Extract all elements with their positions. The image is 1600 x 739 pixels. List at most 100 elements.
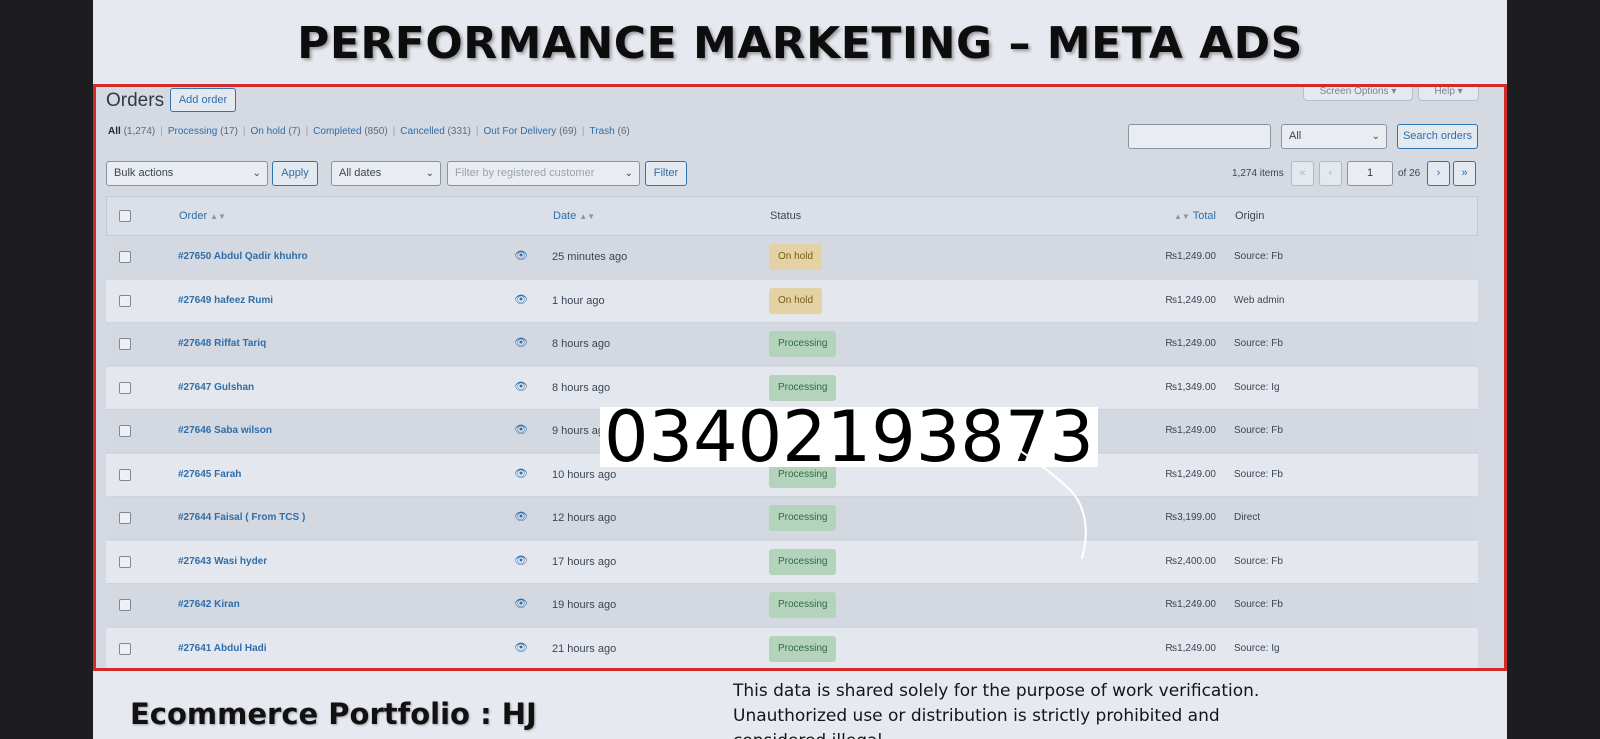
status-link-completed[interactable]: Completed (850)	[313, 126, 388, 137]
status-link-trash[interactable]: Trash (6)	[590, 126, 630, 137]
order-total: ₨1,249.00	[1165, 338, 1216, 349]
order-total: ₨1,249.00	[1165, 425, 1216, 436]
preview-eye-icon[interactable]: 👁	[514, 597, 528, 610]
chevron-down-icon: ⌄	[252, 168, 261, 179]
prev-page-button[interactable]: ‹	[1319, 161, 1342, 186]
column-order[interactable]: Order ▲▼	[179, 210, 226, 222]
order-link[interactable]: #27650 Abdul Qadir khuhro	[178, 251, 308, 262]
order-link[interactable]: #27645 Farah	[178, 469, 241, 480]
order-total: ₨1,249.00	[1165, 642, 1216, 654]
order-date: 8 hours ago	[552, 381, 611, 394]
order-date: 1 hour ago	[552, 294, 605, 307]
table-header: Order ▲▼ Date ▲▼ Status ▲▼ Total Origin	[106, 196, 1478, 236]
order-link[interactable]: #27642 Kiran	[178, 599, 240, 610]
order-origin: Source: Fb	[1234, 599, 1283, 610]
order-origin: Direct	[1234, 512, 1261, 523]
column-total[interactable]: ▲▼ Total	[1171, 210, 1216, 222]
status-link-out-for-delivery[interactable]: Out For Delivery (69)	[484, 126, 577, 137]
status-link-on-hold[interactable]: On hold (7)	[251, 126, 301, 137]
status-badge: On hold	[769, 287, 823, 314]
order-total: ₨1,249.00	[1165, 468, 1216, 480]
dates-filter-select[interactable]: All dates ⌄	[331, 161, 441, 186]
order-origin: Source: Fb	[1234, 251, 1283, 262]
preview-eye-icon[interactable]: 👁	[514, 423, 528, 436]
status-badge: Processing	[769, 635, 837, 662]
preview-eye-icon[interactable]: 👁	[514, 467, 528, 480]
row-checkbox[interactable]	[119, 599, 131, 611]
order-link[interactable]: #27648 Riffat Tariq	[178, 338, 266, 349]
slide: PERFORMANCE MARKETING – META ADS Orders …	[93, 0, 1507, 739]
table-row[interactable]: #27642 Kiran 👁 19 hours ago Processing ₨1,24…	[106, 584, 1478, 627]
row-checkbox[interactable]	[119, 555, 131, 568]
row-checkbox[interactable]	[119, 251, 131, 263]
search-input[interactable]	[1128, 124, 1271, 149]
sort-icon: ▲▼	[579, 212, 596, 221]
status-badge: Processing	[769, 505, 837, 531]
preview-eye-icon[interactable]: 👁	[514, 380, 528, 393]
order-link[interactable]: #27644 Faisal ( From TCS )	[178, 512, 305, 523]
column-status: Status	[770, 210, 802, 222]
table-row[interactable]: #27641 Abdul Hadi 👁 21 hours ago Processing…	[106, 627, 1478, 668]
order-total: ₨1,349.00	[1165, 381, 1216, 393]
disclaimer-line: This data is shared solely for the purpo…	[733, 681, 1260, 701]
select-all-checkbox[interactable]	[119, 210, 131, 222]
status-badge: Processing	[769, 331, 837, 357]
bulk-actions-select[interactable]: Bulk actions ⌄	[106, 161, 268, 186]
total-pages: of 26	[1398, 168, 1421, 179]
order-date: 19 hours ago	[552, 599, 617, 611]
order-link[interactable]: #27649 hafeez Rumi	[178, 295, 273, 306]
status-link-cancelled[interactable]: Cancelled (331)	[400, 126, 471, 137]
row-checkbox[interactable]	[119, 381, 131, 394]
search-orders-button[interactable]: Search orders	[1397, 124, 1478, 149]
table-row[interactable]: #27649 hafeez Rumi 👁 1 hour ago On hold ₨1,2…	[106, 279, 1478, 323]
row-checkbox[interactable]	[119, 294, 131, 307]
order-link[interactable]: #27643 Wasi hyder	[178, 556, 267, 567]
screen-options-button[interactable]: Screen Options ▾	[1303, 87, 1413, 101]
preview-eye-icon[interactable]: 👁	[514, 249, 528, 262]
status-link-processing[interactable]: Processing (17)	[168, 126, 238, 137]
row-checkbox[interactable]	[119, 425, 131, 437]
status-badge: Processing	[769, 592, 837, 618]
order-link[interactable]: #27647 Gulshan	[178, 382, 254, 393]
disclaimer: This data is shared solely for the purpo…	[733, 679, 1293, 739]
row-checkbox[interactable]	[119, 338, 131, 350]
filter-button[interactable]: Filter	[645, 161, 687, 186]
order-origin: Source: Fb	[1234, 338, 1283, 349]
page-title: Orders	[106, 90, 165, 111]
apply-button[interactable]: Apply	[272, 161, 318, 186]
column-date[interactable]: Date ▲▼	[553, 210, 595, 222]
preview-eye-icon[interactable]: 👁	[514, 641, 528, 654]
row-checkbox[interactable]	[119, 468, 131, 481]
order-total: ₨1,249.00	[1165, 599, 1216, 610]
status-link-all[interactable]: All (1,274)	[108, 126, 155, 137]
preview-eye-icon[interactable]: 👁	[514, 293, 528, 306]
table-row[interactable]: #27648 Riffat Tariq 👁 8 hours ago Processin…	[106, 323, 1478, 366]
next-page-button[interactable]: ›	[1427, 161, 1450, 186]
column-origin: Origin	[1235, 210, 1265, 222]
status-badge: Processing	[769, 548, 837, 575]
add-order-button[interactable]: Add order	[170, 88, 236, 112]
order-total: ₨1,249.00	[1165, 294, 1216, 306]
first-page-button[interactable]: «	[1291, 161, 1314, 186]
last-page-button[interactable]: »	[1453, 161, 1476, 186]
chevron-down-icon: ⌄	[624, 168, 633, 179]
table-row[interactable]: #27644 Faisal ( From TCS ) 👁 12 hours ago P…	[106, 497, 1478, 540]
order-link[interactable]: #27646 Saba wilson	[178, 425, 272, 436]
order-link[interactable]: #27641 Abdul Hadi	[178, 643, 267, 654]
customer-filter-select[interactable]: Filter by registered customer ⌄	[447, 161, 640, 186]
table-row[interactable]: #27643 Wasi hyder 👁 17 hours ago Processing…	[106, 540, 1478, 584]
table-row[interactable]: #27650 Abdul Qadir khuhro 👁 25 minutes ago…	[106, 236, 1478, 279]
chevron-down-icon: ⌄	[1371, 131, 1380, 142]
status-filter-links: All (1,274) | Processing (17) | On hold (7) |…	[108, 126, 630, 137]
order-origin: Source: Fb	[1234, 555, 1283, 567]
preview-eye-icon[interactable]: 👁	[514, 510, 528, 523]
row-checkbox[interactable]	[119, 512, 131, 524]
preview-eye-icon[interactable]: 👁	[514, 336, 528, 349]
chevron-down-icon: ⌄	[425, 168, 434, 179]
row-checkbox[interactable]	[119, 642, 131, 655]
status-badge: On hold	[769, 244, 823, 270]
current-page-input[interactable]: 1	[1347, 161, 1393, 186]
help-button[interactable]: Help ▾	[1418, 87, 1479, 101]
search-status-select[interactable]: All ⌄	[1281, 124, 1387, 149]
preview-eye-icon[interactable]: 👁	[514, 554, 528, 567]
